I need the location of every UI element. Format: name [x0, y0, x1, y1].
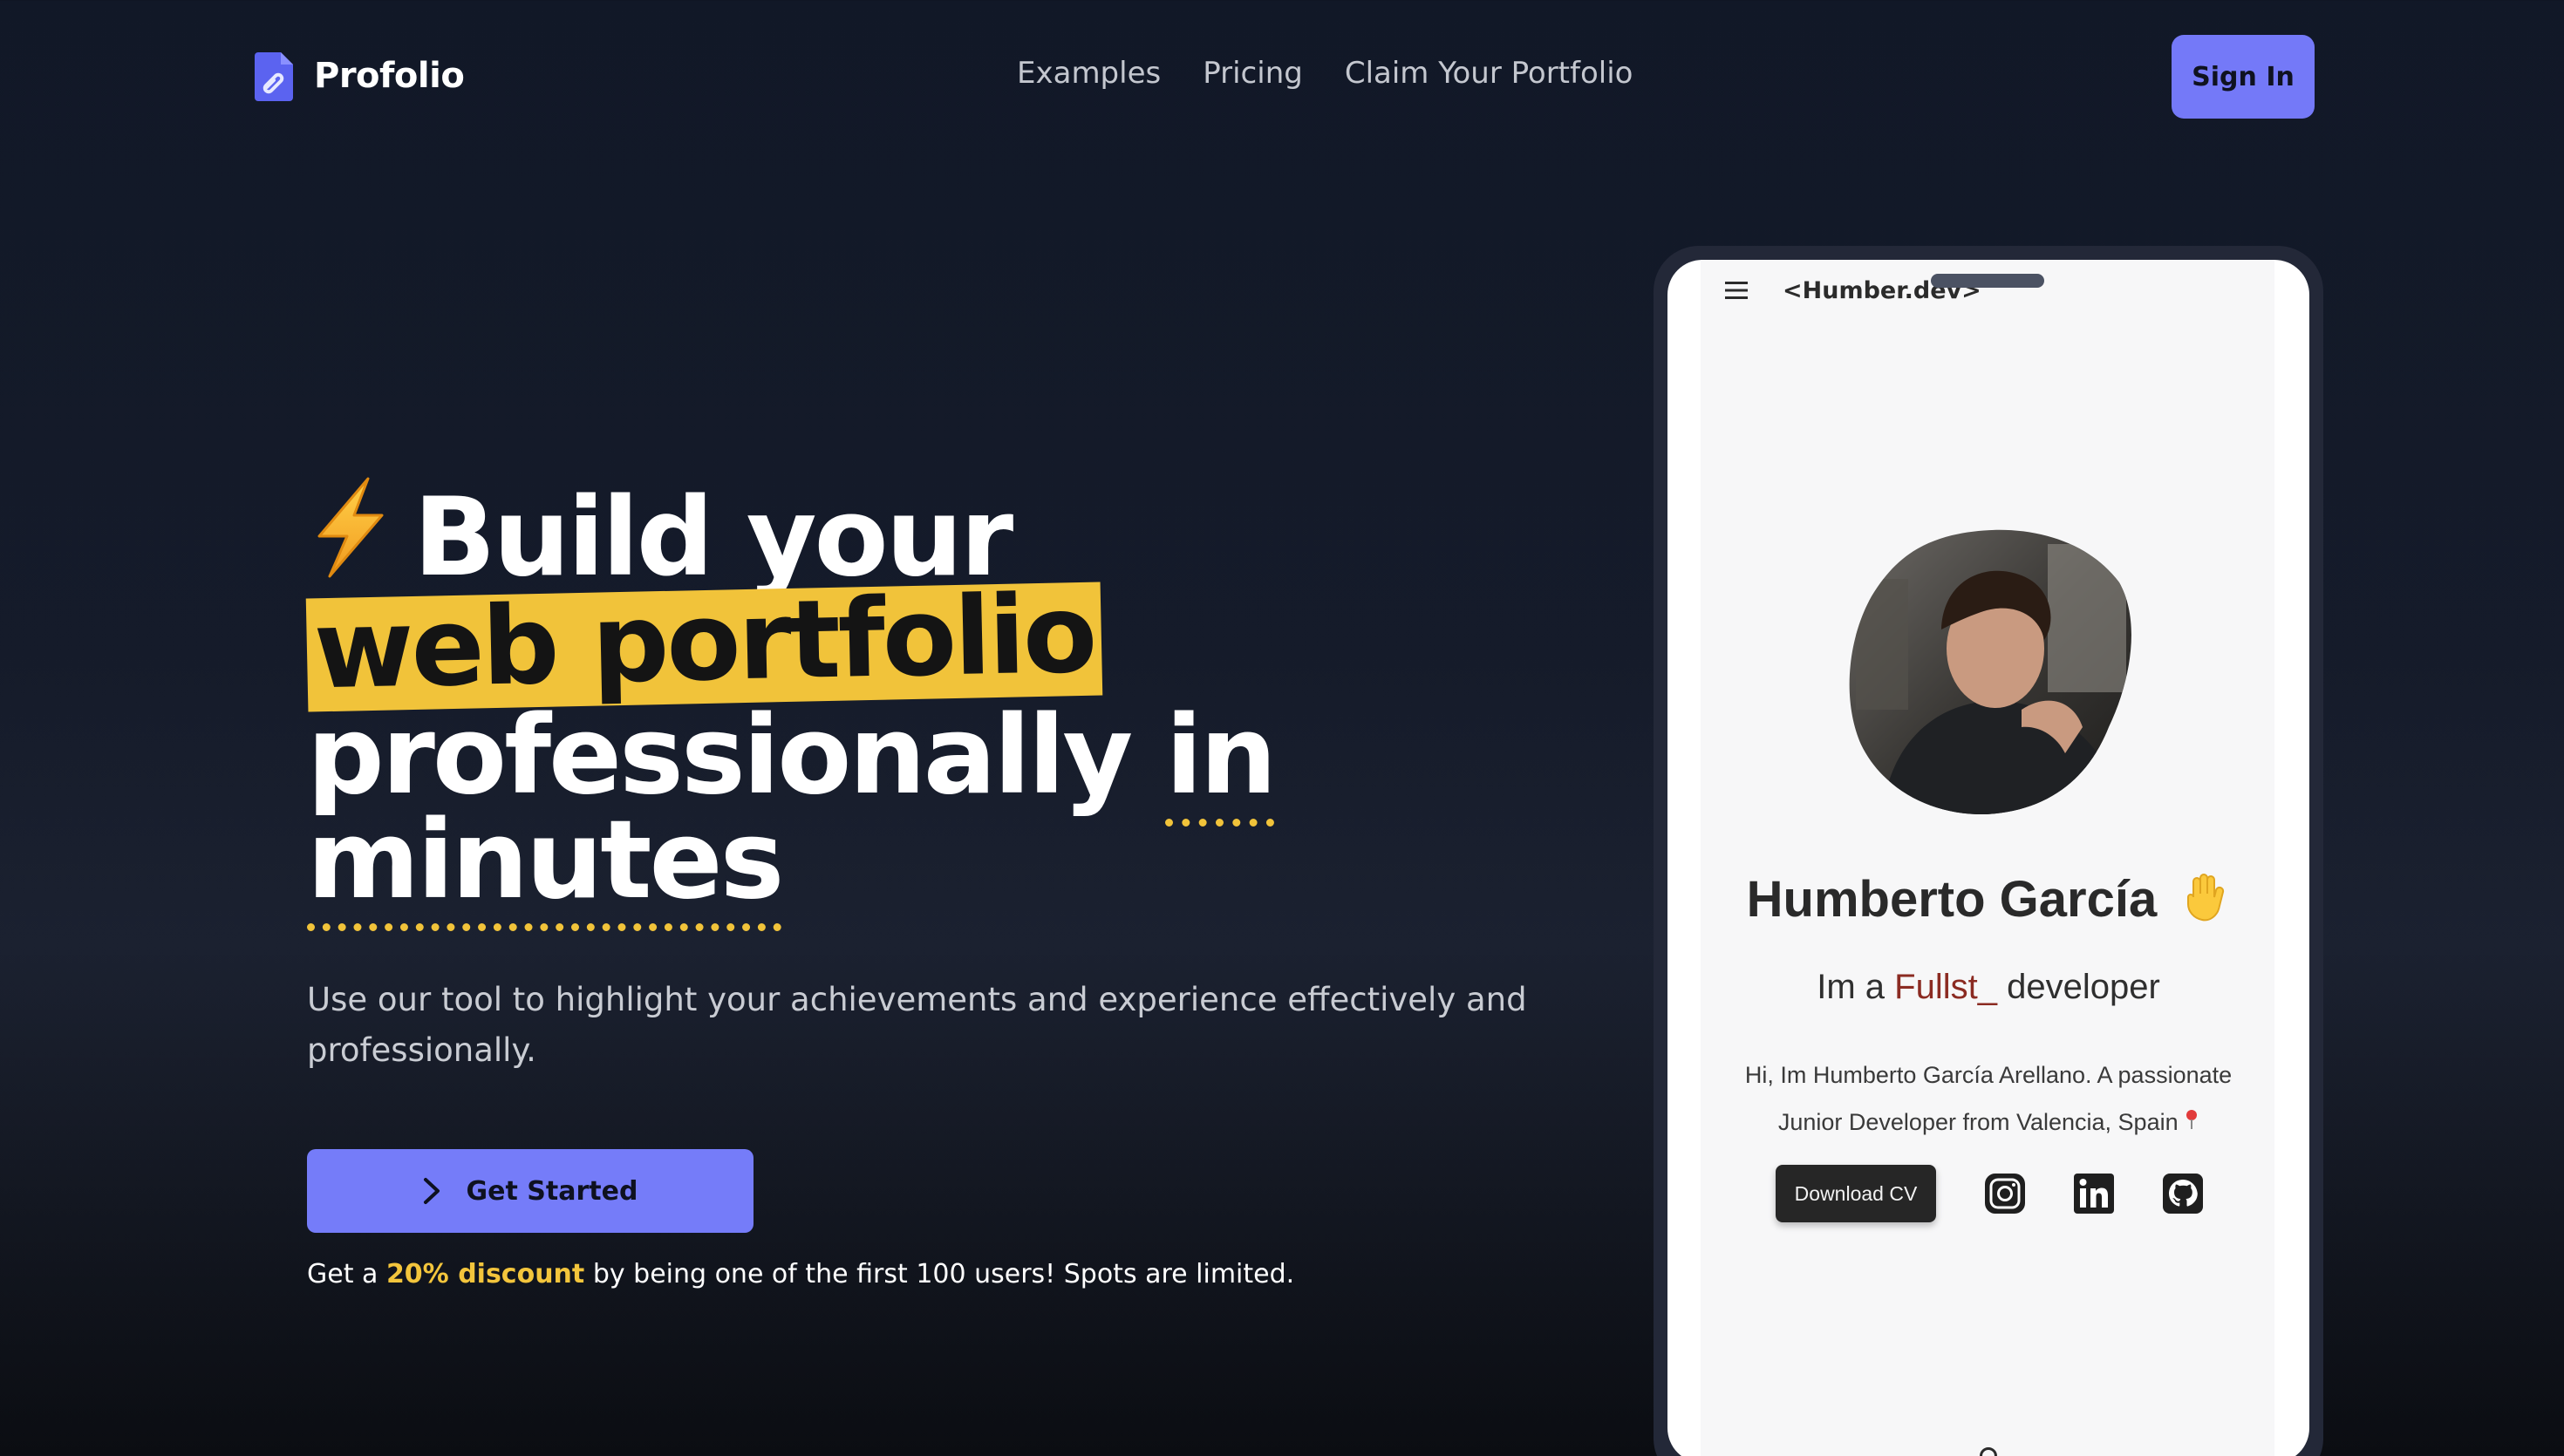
profile-bio-text: Hi, Im Humberto García Arellano. A passi… [1744, 1062, 2233, 1135]
logo-text: Profolio [314, 56, 465, 96]
role-typed-text: Fullst_ [1894, 968, 1997, 1006]
github-icon[interactable] [2161, 1172, 2205, 1215]
hero-title-line-2: web portfolio [305, 572, 1354, 713]
logo-icon [255, 52, 293, 101]
location-pin-icon [2186, 1110, 2198, 1129]
hero-subtitle: Use our tool to highlight your achieveme… [307, 981, 1527, 1069]
discount-note: Get a 20% discount by being one of the f… [307, 1259, 1294, 1289]
phone-mockup-screen: <Humber.dev> Humberto García Im a Fullst… [1667, 260, 2309, 1456]
sign-in-button[interactable]: Sign In [2172, 35, 2315, 119]
main-nav: Examples Pricing Claim Your Portfolio [1017, 56, 1633, 91]
hero-title-minutes: minutes [307, 798, 784, 931]
nav-link-claim-portfolio[interactable]: Claim Your Portfolio [1345, 56, 1633, 91]
nav-link-pricing[interactable]: Pricing [1203, 56, 1303, 91]
hero-title-line-1: Build your [307, 475, 1354, 592]
profile-name-text: Humberto García [1746, 871, 2158, 928]
logo[interactable]: Profolio [253, 49, 465, 103]
profile-name: Humberto García [1667, 870, 2309, 929]
role-prefix: Im a [1817, 968, 1885, 1006]
hamburger-menu-icon[interactable] [1723, 279, 1749, 302]
instagram-icon[interactable] [1983, 1172, 2027, 1215]
profile-bio: Hi, Im Humberto García Arellano. A passi… [1720, 1051, 2257, 1146]
hero-title-line-3: professionally in [307, 693, 1354, 827]
discount-suffix: by being one of the first 100 users! Spo… [592, 1259, 1295, 1289]
discount-prefix: Get a [307, 1259, 378, 1289]
lightning-bolt-icon [317, 477, 384, 578]
get-started-button[interactable]: Get Started [307, 1149, 754, 1233]
linkedin-icon[interactable] [2072, 1172, 2116, 1215]
site-header: Profolio Examples Pricing Claim Your Por… [0, 0, 2564, 153]
chevron-right-icon [423, 1178, 440, 1204]
nav-link-examples[interactable]: Examples [1017, 56, 1161, 91]
hero-title: Build your web portfolio professionally … [305, 475, 1354, 931]
phone-notch [1931, 274, 2044, 288]
download-cv-button[interactable]: Download CV [1776, 1165, 1936, 1222]
role-suffix: developer [2007, 968, 2160, 1006]
profile-role: Im a Fullst_ developer [1667, 968, 2309, 1007]
get-started-label: Get Started [466, 1175, 638, 1207]
phone-screen-content [1701, 260, 2274, 1456]
social-links: Download CV [1776, 1165, 2205, 1222]
hero-title-in: in [1165, 693, 1277, 827]
waving-hand-icon [2187, 874, 2225, 922]
hero-title-highlight: web portfolio [305, 572, 1103, 713]
discount-value: 20% discount [385, 1259, 585, 1289]
profile-avatar [1849, 529, 2131, 814]
